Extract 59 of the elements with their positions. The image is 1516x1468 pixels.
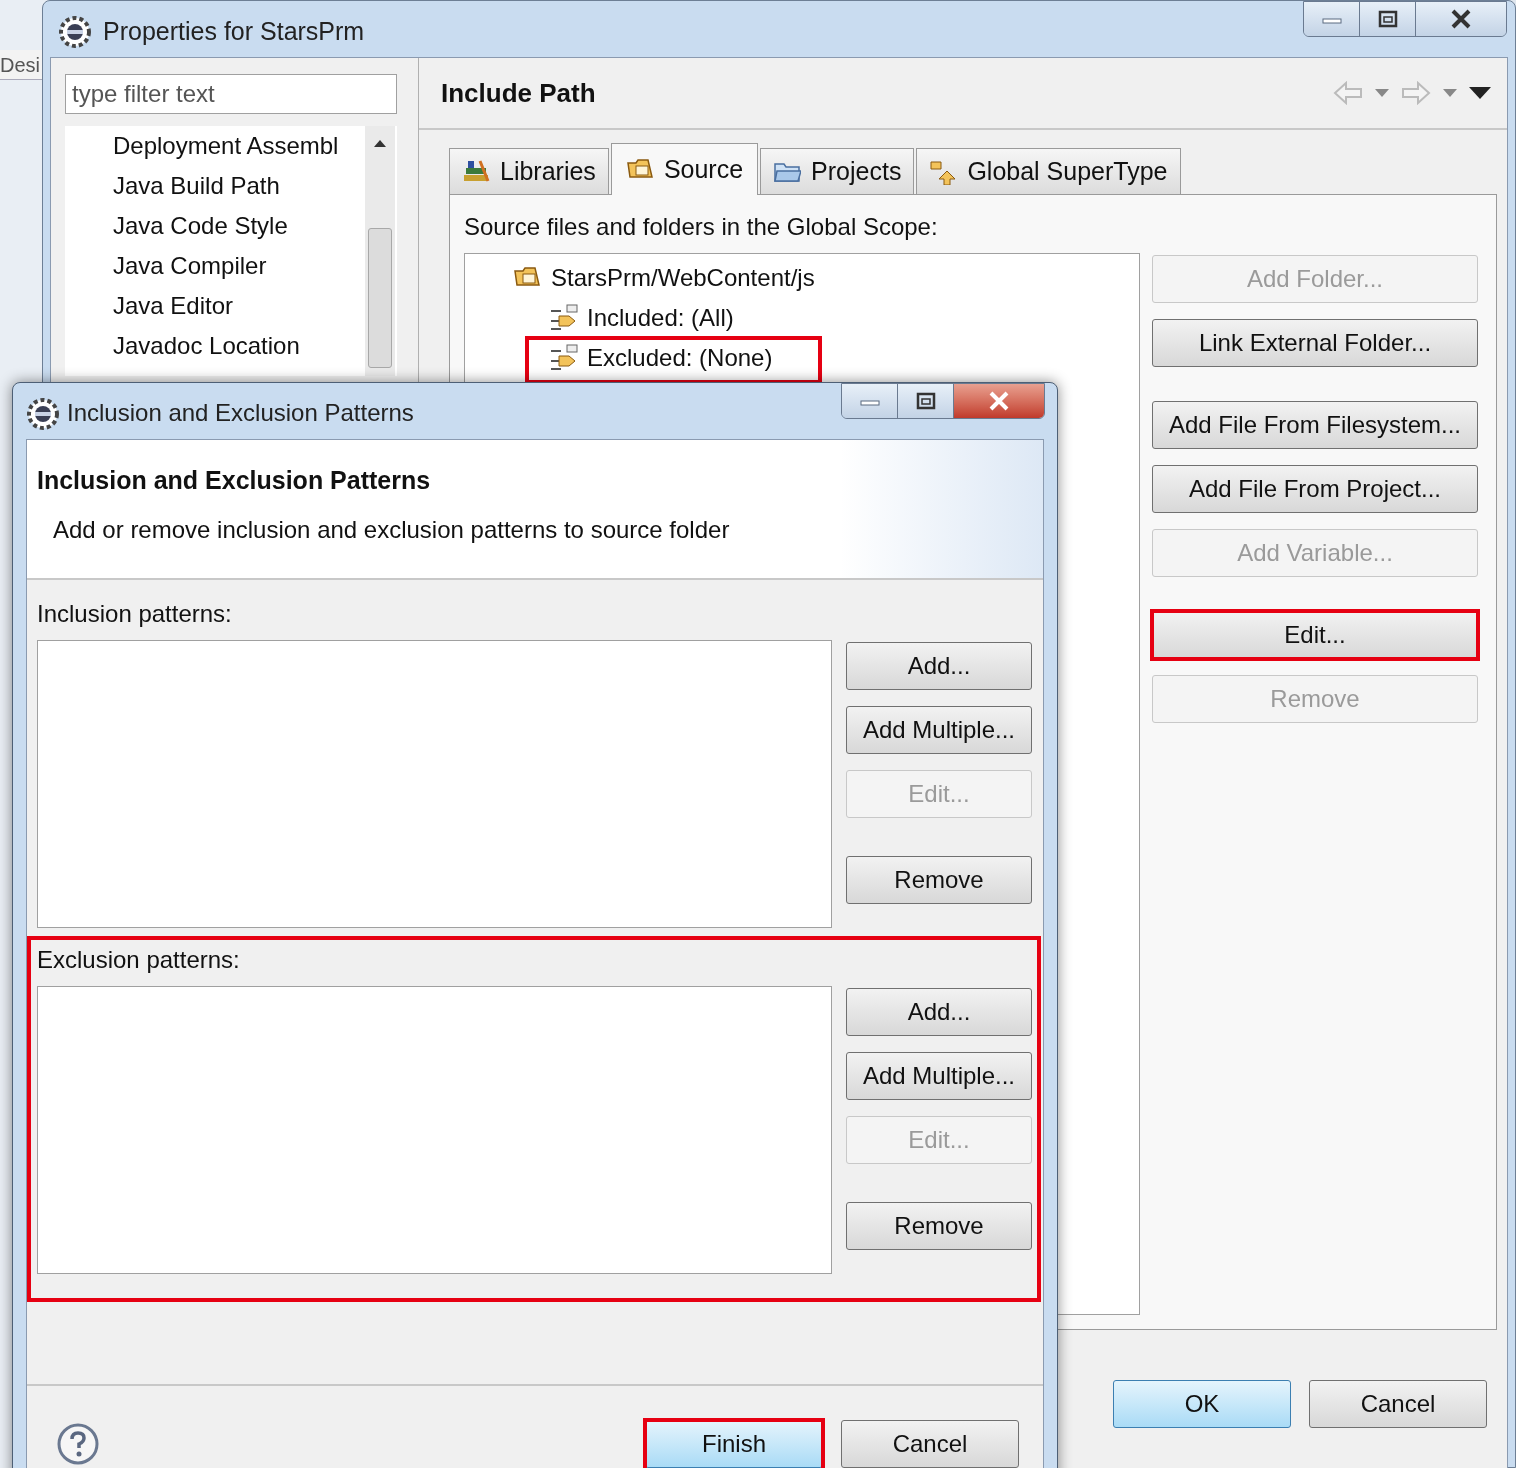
filter-field[interactable]: type filter text bbox=[65, 74, 397, 114]
side-button[interactable]: Add... bbox=[846, 642, 1032, 690]
arrow-up-icon bbox=[929, 158, 958, 185]
maximize-button[interactable] bbox=[1360, 2, 1416, 36]
side-button[interactable]: Add File From Project... bbox=[1152, 465, 1478, 513]
tree-item[interactable]: StarsPrm/WebContent/js bbox=[551, 260, 815, 296]
window-title: Inclusion and Exclusion Patterns bbox=[67, 398, 414, 428]
tab[interactable]: Source bbox=[610, 143, 759, 195]
side-button[interactable]: Add Multiple... bbox=[846, 706, 1032, 754]
forward-arrow-icon[interactable] bbox=[1401, 81, 1431, 105]
gear-icon bbox=[57, 13, 93, 50]
tree-item[interactable]: Excluded: (None) bbox=[587, 340, 773, 376]
page-title: Include Path bbox=[441, 76, 596, 110]
maximize-icon bbox=[915, 392, 936, 410]
tree-item[interactable]: Java Editor bbox=[113, 288, 365, 328]
tree-item[interactable]: Java Build Path bbox=[113, 168, 365, 208]
filter-icon bbox=[549, 303, 579, 333]
section-label: Exclusion patterns: bbox=[37, 945, 241, 975]
side-button[interactable]: Add... bbox=[846, 988, 1032, 1036]
maximize-button[interactable] bbox=[898, 384, 954, 418]
dialog-heading: Inclusion and Exclusion Patterns bbox=[37, 465, 432, 496]
tree-item[interactable]: Java Compiler bbox=[113, 248, 365, 288]
scroll-up-icon bbox=[373, 138, 387, 148]
close-button[interactable] bbox=[1416, 2, 1506, 36]
window-title: Properties for StarsPrm bbox=[103, 16, 365, 47]
tab[interactable]: Global SuperType bbox=[916, 148, 1181, 194]
close-icon bbox=[988, 391, 1010, 411]
tree-item[interactable]: Included: (All) bbox=[587, 300, 734, 336]
section-label: Inclusion patterns: bbox=[37, 599, 233, 629]
side-button[interactable]: Add File From Filesystem... bbox=[1152, 401, 1478, 449]
dialog-button[interactable]: Finish bbox=[645, 1420, 823, 1468]
dialog-button[interactable]: OK bbox=[1113, 1380, 1291, 1428]
menu-icon[interactable] bbox=[1469, 87, 1491, 99]
tab[interactable]: Libraries bbox=[449, 148, 609, 194]
gear-icon bbox=[25, 396, 59, 430]
maximize-icon bbox=[1377, 10, 1398, 28]
dialog-button[interactable]: Cancel bbox=[1309, 1380, 1487, 1428]
side-button[interactable]: Link External Folder... bbox=[1152, 319, 1478, 367]
tree-item[interactable]: Java Code Style bbox=[113, 208, 365, 248]
tab[interactable]: Projects bbox=[760, 148, 915, 194]
side-button[interactable]: Remove bbox=[846, 856, 1032, 904]
scrollbar-thumb[interactable] bbox=[368, 228, 392, 368]
back-arrow-icon[interactable] bbox=[1333, 81, 1363, 105]
side-button[interactable]: Add Multiple... bbox=[846, 1052, 1032, 1100]
dropdown-icon[interactable] bbox=[1375, 89, 1389, 97]
editor-tab[interactable]: Desi bbox=[0, 50, 42, 80]
side-button[interactable]: Edit... bbox=[1152, 611, 1478, 659]
close-icon bbox=[1450, 9, 1472, 29]
side-button[interactable]: Remove bbox=[846, 1202, 1032, 1250]
scrollbar[interactable] bbox=[365, 126, 395, 376]
tree-item[interactable]: Deployment Assembl bbox=[113, 128, 365, 168]
help-icon[interactable] bbox=[57, 1423, 99, 1465]
dialog-description: Add or remove inclusion and exclusion patterns to source folder bbox=[52, 515, 731, 545]
close-button[interactable] bbox=[954, 384, 1044, 418]
filter-icon bbox=[549, 343, 579, 373]
scope-label: Source files and folders in the Global Scope: bbox=[464, 212, 939, 242]
dropdown-icon[interactable] bbox=[1443, 89, 1457, 97]
tree-item[interactable]: Javadoc Location bbox=[113, 328, 365, 368]
dialog-button[interactable]: Cancel bbox=[841, 1420, 1019, 1468]
